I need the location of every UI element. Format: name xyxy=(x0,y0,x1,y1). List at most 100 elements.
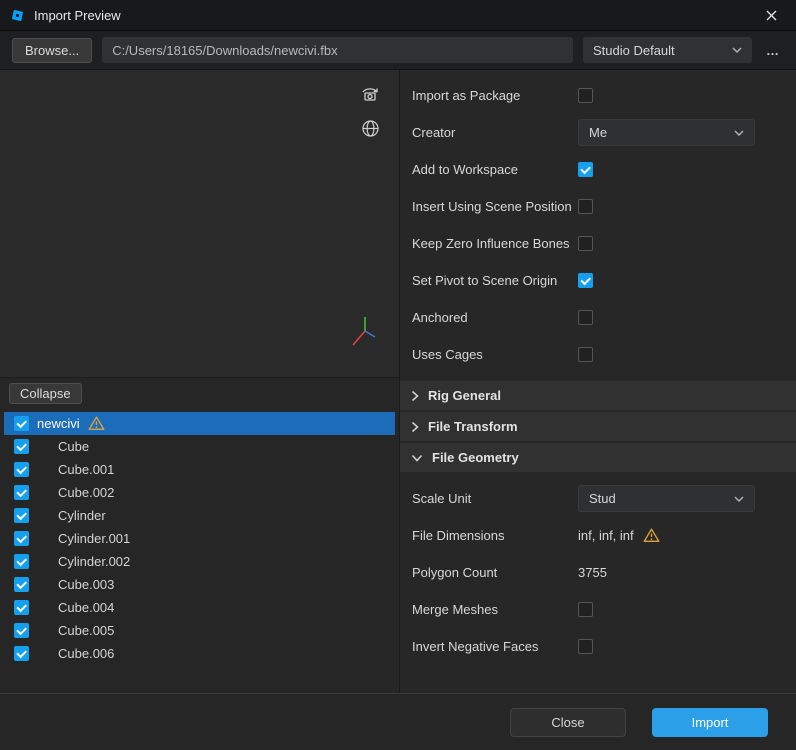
chevron-right-icon xyxy=(411,421,419,433)
tree-item-checkbox[interactable] xyxy=(14,646,29,661)
tree-item-label: Cylinder.001 xyxy=(58,531,131,546)
tree-item-checkbox[interactable] xyxy=(14,462,29,477)
footer: Close Import xyxy=(0,693,796,750)
tree-row[interactable]: Cylinder xyxy=(4,504,395,527)
section-header-file-transform[interactable]: File Transform xyxy=(400,412,796,441)
file-dimensions-value: inf, inf, inf xyxy=(578,528,634,543)
tree-row[interactable]: Cube xyxy=(4,435,395,458)
tree-item-label: Cube.006 xyxy=(58,646,115,661)
tree-item-label: Cube xyxy=(58,439,90,454)
chevron-down-icon xyxy=(732,47,742,53)
preset-dropdown[interactable]: Studio Default xyxy=(583,37,752,63)
section-header-rig-general[interactable]: Rig General xyxy=(400,381,796,410)
chevron-down-icon xyxy=(734,129,744,136)
close-button[interactable]: Close xyxy=(510,707,626,737)
setting-label: Set Pivot to Scene Origin xyxy=(412,273,558,288)
collapse-button[interactable]: Collapse xyxy=(9,383,82,404)
chevron-down-icon xyxy=(411,454,423,462)
anchored-checkbox[interactable] xyxy=(578,310,593,325)
setting-row-polygon-count: Polygon Count 3755 xyxy=(400,554,796,591)
window-title: Import Preview xyxy=(34,7,121,23)
setting-row-insert-using-scene-position: Insert Using Scene Position xyxy=(400,188,796,225)
globe-icon xyxy=(361,119,380,138)
collapse-bar: Collapse xyxy=(0,378,399,409)
more-options-button[interactable]: … xyxy=(762,43,784,58)
scale-unit-dropdown[interactable]: Stud xyxy=(578,485,755,512)
app-icon xyxy=(10,8,25,23)
tree-row[interactable]: Cylinder.002 xyxy=(4,550,395,573)
tree-item-checkbox[interactable] xyxy=(14,508,29,523)
tree-item-checkbox[interactable] xyxy=(14,531,29,546)
tree-row[interactable]: Cube.003 xyxy=(4,573,395,596)
tree-item-label: newcivi xyxy=(37,416,80,431)
invert-negative-faces-checkbox[interactable] xyxy=(578,639,593,654)
preview-viewport[interactable] xyxy=(0,70,399,378)
keep-zero-influence-bones-checkbox[interactable] xyxy=(578,236,593,251)
tree-item-label: Cube.003 xyxy=(58,577,115,592)
tree-row[interactable]: Cube.005 xyxy=(4,619,395,642)
rotate-camera-icon xyxy=(359,84,381,104)
uses-cages-checkbox[interactable] xyxy=(578,347,593,362)
close-window-button[interactable] xyxy=(756,0,786,30)
setting-label: Add to Workspace xyxy=(412,162,518,177)
tree-item-checkbox[interactable] xyxy=(14,577,29,592)
setting-row-scale-unit: Scale Unit Stud xyxy=(400,480,796,517)
tree-item-checkbox[interactable] xyxy=(14,554,29,569)
setting-row-set-pivot-to-scene-origin: Set Pivot to Scene Origin xyxy=(400,262,796,299)
setting-label: Creator xyxy=(412,125,456,140)
tree-row[interactable]: Cube.006 xyxy=(4,642,395,665)
tree-row[interactable]: newcivi xyxy=(4,412,395,435)
section-header-label: Rig General xyxy=(428,388,501,403)
tree-item-label: Cylinder.002 xyxy=(58,554,131,569)
setting-row-uses-cages: Uses Cages xyxy=(400,336,796,373)
insert-using-scene-position-checkbox[interactable] xyxy=(578,199,593,214)
object-tree: newcivi Cube Cube.001 Cube.002 Cylinder … xyxy=(0,409,399,693)
globe-button[interactable] xyxy=(358,117,382,139)
setting-label: Anchored xyxy=(412,310,468,325)
import-button[interactable]: Import xyxy=(652,707,768,737)
tree-item-label: Cube.005 xyxy=(58,623,115,638)
tree-item-label: Cube.004 xyxy=(58,600,115,615)
tree-item-checkbox[interactable] xyxy=(14,623,29,638)
setting-label: Merge Meshes xyxy=(412,602,498,617)
tree-item-checkbox[interactable] xyxy=(14,485,29,500)
setting-label: File Dimensions xyxy=(412,528,505,543)
import-preview-window: Import Preview Browse... C:/Users/18165/… xyxy=(0,0,796,750)
setting-row-add-to-workspace: Add to Workspace xyxy=(400,151,796,188)
scale-unit-dropdown-value: Stud xyxy=(589,491,616,506)
titlebar: Import Preview xyxy=(0,0,796,31)
rotate-camera-button[interactable] xyxy=(358,83,382,105)
tree-item-label: Cylinder xyxy=(58,508,106,523)
tree-row[interactable]: Cube.002 xyxy=(4,481,395,504)
tree-item-checkbox[interactable] xyxy=(14,439,29,454)
setting-label: Polygon Count xyxy=(412,565,498,580)
warning-icon xyxy=(643,528,660,543)
section-header-label: File Geometry xyxy=(432,450,519,465)
setting-label: Keep Zero Influence Bones xyxy=(412,236,570,251)
set-pivot-to-scene-origin-checkbox[interactable] xyxy=(578,273,593,288)
creator-dropdown-value: Me xyxy=(589,125,608,140)
merge-meshes-checkbox[interactable] xyxy=(578,602,593,617)
setting-label: Insert Using Scene Position xyxy=(412,199,572,214)
browse-button[interactable]: Browse... xyxy=(12,37,93,63)
file-path-input[interactable]: C:/Users/18165/Downloads/newcivi.fbx xyxy=(102,37,573,63)
warning-icon xyxy=(88,416,105,431)
setting-row-file-dimensions: File Dimensions inf, inf, inf xyxy=(400,517,796,554)
section-header-label: File Transform xyxy=(428,419,518,434)
tree-row[interactable]: Cube.001 xyxy=(4,458,395,481)
setting-label: Invert Negative Faces xyxy=(412,639,539,654)
setting-row-keep-zero-influence-bones: Keep Zero Influence Bones xyxy=(400,225,796,262)
add-to-workspace-checkbox[interactable] xyxy=(578,162,593,177)
setting-row-import-as-package: Import as Package xyxy=(400,77,796,114)
content-area: Collapse newcivi Cube Cube.001 Cube.002 … xyxy=(0,70,796,693)
import-as-package-checkbox[interactable] xyxy=(578,88,593,103)
setting-label: Uses Cages xyxy=(412,347,483,362)
tree-item-checkbox[interactable] xyxy=(14,416,29,431)
tree-item-checkbox[interactable] xyxy=(14,600,29,615)
section-header-file-geometry[interactable]: File Geometry xyxy=(400,443,796,472)
tree-row[interactable]: Cube.004 xyxy=(4,596,395,619)
tree-row[interactable]: Cylinder.001 xyxy=(4,527,395,550)
creator-dropdown[interactable]: Me xyxy=(578,119,755,146)
chevron-right-icon xyxy=(411,390,419,402)
viewport-tools xyxy=(358,83,382,139)
